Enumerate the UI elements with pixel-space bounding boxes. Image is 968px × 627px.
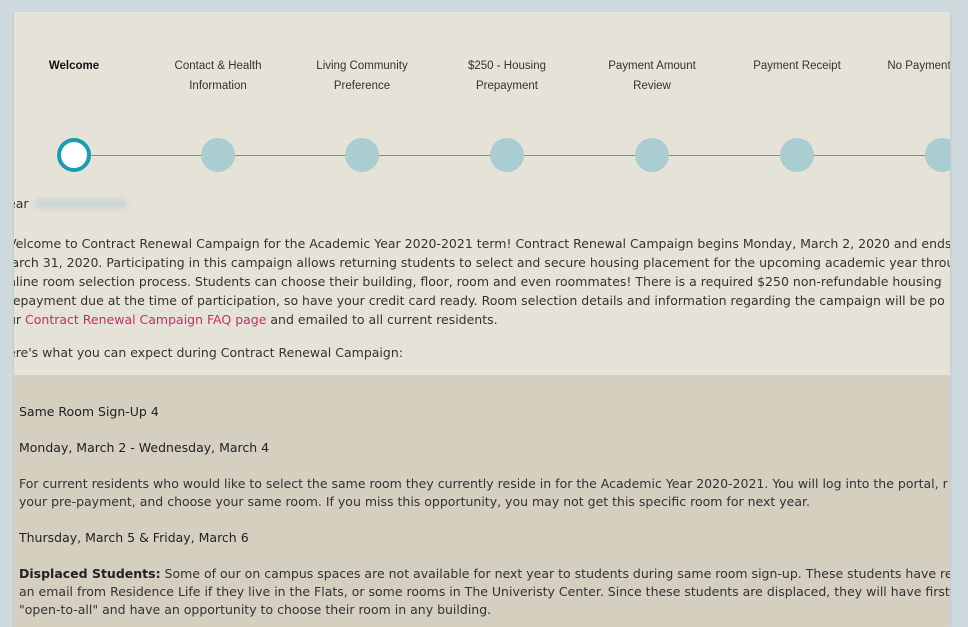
- displaced-label: Displaced Students:: [19, 566, 161, 581]
- progress-steps: Welcome Contact & Health Information Liv…: [14, 56, 950, 96]
- displaced-text: Some of our on campus spaces are not ava…: [160, 566, 950, 581]
- step-dot[interactable]: [490, 138, 524, 172]
- displaced-line: an email from Residence Life if they liv…: [19, 584, 950, 599]
- step-dot[interactable]: [925, 138, 950, 172]
- step-label-housing-prepayment[interactable]: $250 - Housing Prepayment: [447, 56, 567, 96]
- welcome-line: Velcome to Contract Renewal Campaign for…: [14, 236, 950, 251]
- step-label-living-community[interactable]: Living Community Preference: [302, 56, 422, 96]
- main-content: Welcome Contact & Health Information Liv…: [14, 12, 950, 627]
- welcome-line: larch 31, 2020. Participating in this ca…: [14, 255, 950, 270]
- step-label-payment-receipt[interactable]: Payment Receipt: [737, 56, 857, 76]
- panel-heading: Same Room Sign-Up 4: [19, 404, 159, 419]
- window-frame-left: [0, 0, 14, 627]
- step-label-no-payment[interactable]: No Payment: [874, 56, 950, 76]
- date-range-2: Thursday, March 5 & Friday, March 6: [19, 530, 249, 545]
- step-label-contact-health[interactable]: Contact & Health Information: [158, 56, 278, 96]
- description-line: your pre-payment, and choose your same r…: [19, 494, 810, 509]
- step-dot[interactable]: [635, 138, 669, 172]
- step-dot[interactable]: [345, 138, 379, 172]
- date-range-1: Monday, March 2 - Wednesday, March 4: [19, 440, 270, 455]
- window-frame-top: [0, 0, 968, 12]
- welcome-line: repayment due at the time of participati…: [14, 293, 945, 308]
- welcome-line-prefix: ur: [14, 312, 22, 327]
- window-frame-right: [950, 0, 968, 627]
- step-label-payment-review[interactable]: Payment Amount Review: [592, 56, 712, 96]
- faq-link[interactable]: Contract Renewal Campaign FAQ page: [25, 312, 266, 327]
- expect-text: ere's what you can expect during Contrac…: [14, 345, 403, 360]
- displaced-line: "open-to-all" and have an opportunity to…: [19, 602, 492, 617]
- displaced-line: Displaced Students: Some of our on campu…: [19, 564, 950, 583]
- description-line: For current residents who would like to …: [19, 476, 948, 491]
- greeting-prefix: ear: [14, 196, 29, 211]
- welcome-line-suffix: and emailed to all current residents.: [266, 312, 498, 327]
- step-label-welcome[interactable]: Welcome: [14, 56, 134, 76]
- welcome-line: nline room selection process. Students c…: [14, 274, 942, 289]
- redacted-name: [34, 198, 127, 209]
- step-dot[interactable]: [201, 138, 235, 172]
- step-dot[interactable]: [780, 138, 814, 172]
- welcome-paragraph: Velcome to Contract Renewal Campaign for…: [14, 234, 950, 329]
- schedule-panel: Same Room Sign-Up 4 Monday, March 2 - We…: [14, 375, 950, 627]
- step-dot-current[interactable]: [57, 138, 91, 172]
- welcome-line: ur Contract Renewal Campaign FAQ page an…: [14, 310, 950, 329]
- greeting: ear: [14, 194, 950, 213]
